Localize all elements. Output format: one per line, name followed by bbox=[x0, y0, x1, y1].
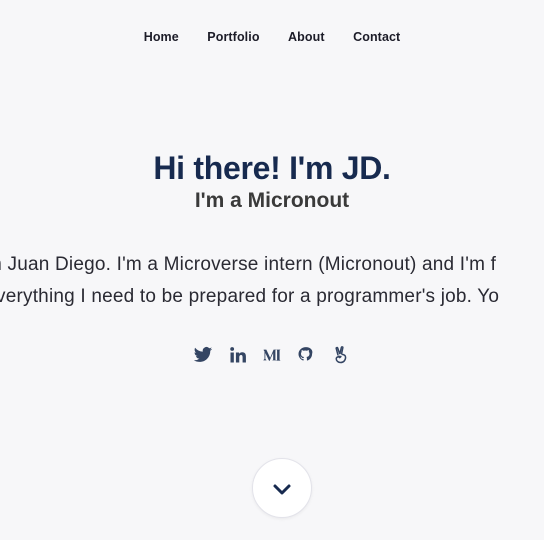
bio-line-2: verything I need to be prepared for a pr… bbox=[0, 286, 500, 307]
hero-subtitle: I'm a Micronout bbox=[194, 189, 350, 212]
github-icon bbox=[298, 347, 313, 361]
twitter-icon bbox=[193, 347, 213, 362]
nav-home-link[interactable]: Home bbox=[144, 30, 179, 44]
linkedin-link[interactable] bbox=[228, 345, 248, 365]
bio-paragraph: m Juan Diego. I'm a Microverse intern (M… bbox=[0, 252, 544, 316]
chevron-down-icon bbox=[273, 484, 291, 495]
bio-line-1: m Juan Diego. I'm a Microverse intern (M… bbox=[0, 254, 497, 275]
twitter-link[interactable] bbox=[193, 345, 213, 365]
nav-contact-link[interactable]: Contact bbox=[353, 30, 400, 44]
nav-about-link[interactable]: About bbox=[288, 30, 325, 44]
angellist-link[interactable] bbox=[331, 345, 351, 365]
top-nav: Home Portfolio About Contact bbox=[0, 28, 544, 46]
medium-icon bbox=[263, 349, 281, 361]
hero-title: Hi there! I'm JD. bbox=[153, 150, 391, 186]
github-link[interactable] bbox=[296, 345, 316, 365]
social-links bbox=[0, 345, 544, 365]
angellist-icon bbox=[335, 346, 347, 364]
nav-portfolio-link[interactable]: Portfolio bbox=[207, 30, 259, 44]
linkedin-icon bbox=[229, 347, 246, 363]
page: Home Portfolio About Contact Hi there! I… bbox=[0, 0, 544, 540]
medium-link[interactable] bbox=[262, 345, 282, 365]
scroll-down-button[interactable] bbox=[252, 458, 312, 518]
